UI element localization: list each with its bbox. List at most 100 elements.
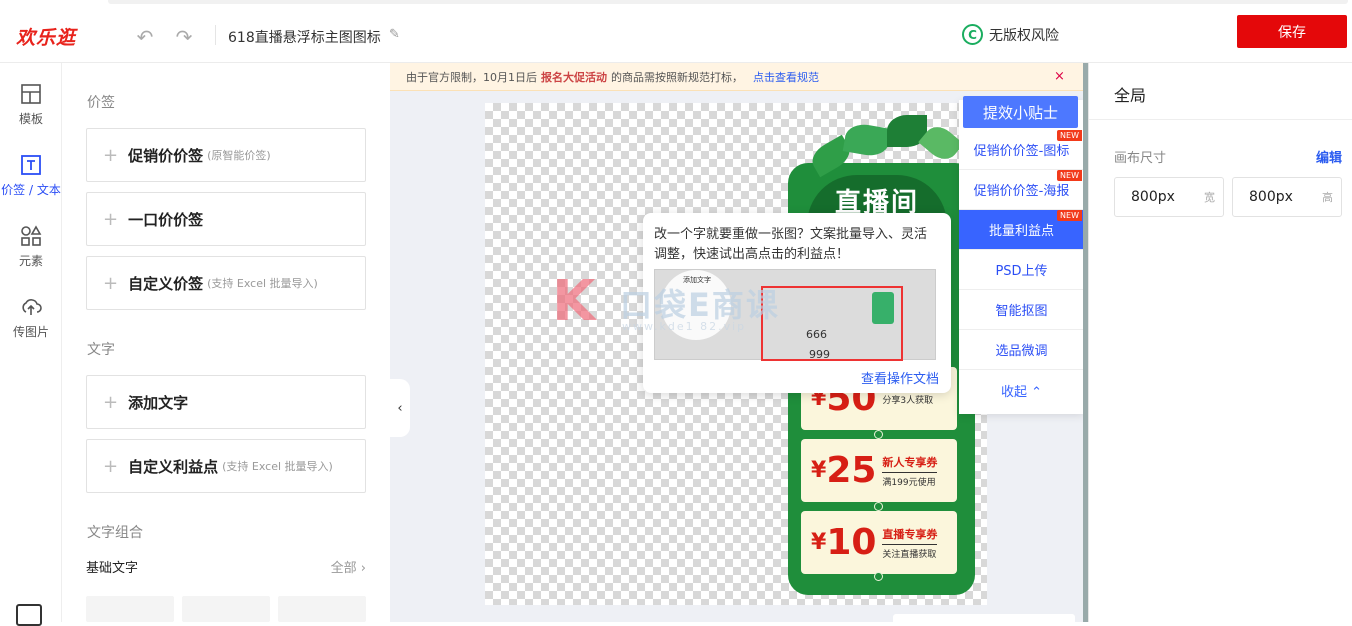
document-title[interactable]: 618直播悬浮标主图图标 (228, 27, 381, 47)
tool-product-tune[interactable]: 选品微调 (959, 330, 1084, 370)
card-label: 添加文字 (128, 393, 189, 412)
tool-promo-icon[interactable]: 促销价价签-图标 NEW (959, 130, 1084, 170)
tool-batch-benefit[interactable]: 批量利益点 NEW (959, 210, 1084, 250)
text-icon (21, 155, 41, 175)
collapse-tools-button[interactable]: 收起 ⌃ (959, 370, 1084, 410)
card-sub: (支持 Excel 批量导入) (207, 277, 318, 290)
bead-decoration (874, 502, 883, 511)
preview-badge (872, 292, 894, 324)
coupon-title: 新人专享券 (882, 454, 938, 473)
new-badge: NEW (1057, 210, 1082, 221)
preview-number: 666 (806, 328, 827, 341)
bead-decoration (874, 430, 883, 439)
plus-icon: + (103, 144, 119, 166)
shapes-icon (21, 225, 42, 246)
card-label: 促销价价签 (128, 146, 204, 165)
notice-highlight: 报名大促活动 (541, 70, 607, 84)
tool-promo-poster[interactable]: 促销价价签-海报 NEW (959, 170, 1084, 210)
panel-title: 全局 (1114, 86, 1147, 105)
book-icon[interactable] (16, 604, 42, 626)
group-row-label: 基础文字 (86, 561, 139, 576)
section-title-text: 文字 (87, 342, 115, 358)
save-button[interactable]: 保存 (1237, 15, 1347, 48)
properties-panel: 全局 画布尺寸 编辑 800px 宽 800px 高 (1088, 63, 1352, 622)
top-scroll-hint[interactable] (108, 0, 1348, 4)
asset-panel: 价签 + 促销价价签 (原智能价签) + 一口价价签 + 自定义价签 (支持 E… (63, 63, 452, 622)
yen-symbol: ¥ (811, 458, 827, 483)
nav-item-label: 元素 (18, 254, 43, 268)
zoom-control[interactable] (893, 614, 1075, 622)
notice-bar: 由于官方限制，10月1日后 报名大促活动 的商品需按照新规范打标， 点击查看规范… (390, 63, 1083, 91)
tool-smart-cutout[interactable]: 智能抠图 (959, 290, 1084, 330)
divider (215, 25, 216, 45)
card-label: 一口价价签 (128, 210, 204, 229)
basic-text-row: 基础文字 全部 › (86, 557, 366, 576)
add-fixed-price-tag[interactable]: + 一口价价签 (86, 192, 366, 246)
section-title-price: 价签 (87, 95, 115, 111)
plus-icon: + (103, 455, 119, 477)
width-unit: 宽 (1204, 191, 1215, 204)
view-all-link[interactable]: 全部 › (331, 557, 366, 576)
nav-item-elements[interactable]: 元素 (0, 225, 62, 269)
copyright-status: C 无版权风险 (962, 24, 1059, 45)
canvas-height-field[interactable]: 800px 高 (1232, 177, 1342, 217)
view-rules-link[interactable]: 点击查看规范 (753, 69, 819, 85)
section-title-text-group: 文字组合 (87, 525, 143, 541)
plus-icon: + (103, 208, 119, 230)
add-promo-price-tag[interactable]: + 促销价价签 (原智能价签) (86, 128, 366, 182)
canvas-area: 由于官方限制，10月1日后 报名大促活动 的商品需按照新规范打标， 点击查看规范… (390, 63, 1088, 622)
new-badge: NEW (1057, 130, 1082, 141)
text-template-thumb[interactable] (278, 596, 366, 622)
nav-item-upload[interactable]: 传图片 (0, 296, 62, 340)
nav-item-label: 模板 (18, 112, 43, 126)
tip-popover: 改一个字就要重做一张图？文案批量导入、灵活调整，快速试出高点击的利益点！ 添加文… (643, 213, 951, 393)
preview-title: 添加文字 (683, 276, 711, 284)
tips-header[interactable]: 提效小贴士 (963, 96, 1078, 128)
coupon-note: 满199元使用 (882, 477, 936, 488)
layout-icon (21, 84, 41, 104)
tip-preview-image: 添加文字 666 999 (654, 269, 936, 361)
close-icon[interactable]: × (1054, 69, 1065, 84)
canvas-width-field[interactable]: 800px 宽 (1114, 177, 1224, 217)
view-docs-link[interactable]: 查看操作文档 (861, 368, 939, 387)
upload-cloud-icon (22, 299, 42, 315)
coupon-amount: 10 (826, 521, 877, 563)
card-sub: (支持 Excel 批量导入) (222, 460, 333, 473)
divider (1089, 119, 1352, 120)
app-logo[interactable]: 欢乐逛 (16, 23, 76, 50)
redo-icon[interactable]: ↷ (173, 26, 195, 48)
undo-icon[interactable]: ↶ (134, 26, 156, 48)
width-value: 800px (1131, 189, 1175, 205)
notice-suffix: 的商品需按照新规范打标， (611, 70, 743, 84)
nav-item-price-text[interactable]: 价签 / 文本 (0, 154, 62, 198)
nav-item-template[interactable]: 模板 (0, 83, 62, 127)
tool-psd-upload[interactable]: PSD上传 (959, 250, 1084, 290)
tip-description: 改一个字就要重做一张图？文案批量导入、灵活调整，快速试出高点击的利益点！ (654, 227, 928, 262)
coupon-card[interactable]: ¥ 10 直播专享券 关注直播获取 (801, 511, 957, 574)
edit-size-link[interactable]: 编辑 (1316, 147, 1342, 166)
chevron-right-icon: › (360, 561, 366, 576)
add-text[interactable]: + 添加文字 (86, 375, 366, 429)
tips-toolbar: 提效小贴士 促销价价签-图标 NEW 促销价价签-海报 NEW 批量利益点 NE… (959, 96, 1084, 414)
bead-decoration (874, 572, 883, 581)
coupon-title: 直播专享券 (882, 526, 938, 545)
nav-item-label: 传图片 (12, 325, 49, 339)
height-value: 800px (1249, 189, 1293, 205)
text-template-thumb[interactable] (86, 596, 174, 622)
coupon-amount: 25 (826, 449, 877, 491)
card-label: 自定义价签 (128, 274, 204, 293)
coupon-card[interactable]: ¥ 25 新人专享券 满199元使用 (801, 439, 957, 502)
copyright-label: 无版权风险 (989, 27, 1059, 44)
notice-prefix: 由于官方限制，10月1日后 (406, 70, 537, 84)
coupon-note: 关注直播获取 (882, 549, 937, 560)
collapse-panel-button[interactable]: ‹ (390, 379, 410, 437)
edit-title-icon[interactable]: ✎ (389, 27, 400, 42)
top-bar: 欢乐逛 ↶ ↷ 618直播悬浮标主图图标 ✎ C 无版权风险 保存 (0, 0, 1352, 63)
plus-icon: + (103, 391, 119, 413)
canvas-size-label: 画布尺寸 (1114, 151, 1167, 166)
add-custom-price-tag[interactable]: + 自定义价签 (支持 Excel 批量导入) (86, 256, 366, 310)
height-unit: 高 (1322, 191, 1333, 204)
add-custom-benefit[interactable]: + 自定义利益点 (支持 Excel 批量导入) (86, 439, 366, 493)
text-template-thumb[interactable] (182, 596, 270, 622)
plus-icon: + (103, 272, 119, 294)
